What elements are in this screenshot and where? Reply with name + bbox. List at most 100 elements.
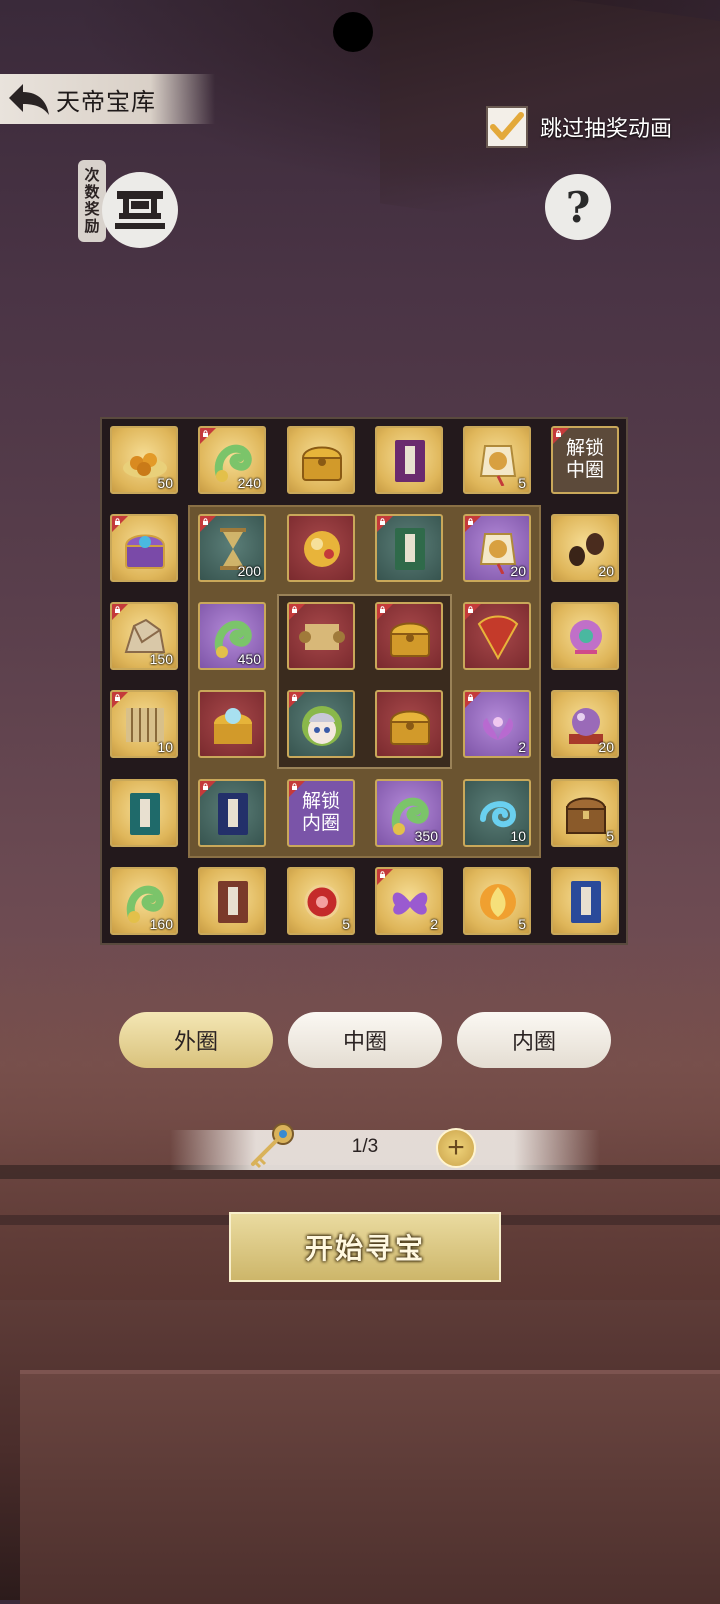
lock-badge-icon — [112, 516, 128, 532]
board-cell-r0c1[interactable]: 240 — [198, 426, 266, 494]
board-cell-r0c4[interactable]: 5 — [463, 426, 531, 494]
back-arrow-icon[interactable] — [0, 74, 56, 124]
board-cell-r5c1[interactable] — [198, 867, 266, 935]
skip-animation-label: 跳过抽奖动画 — [540, 116, 673, 141]
item-quantity: 20 — [598, 563, 614, 579]
board-cell-r4c1[interactable] — [198, 779, 266, 847]
ring-tabs: 外圈 中圈 内圈 — [119, 1012, 614, 1068]
background-table — [20, 1370, 720, 1604]
lock-badge-icon — [289, 781, 305, 797]
lock-badge-icon — [200, 781, 216, 797]
board-cell-r5c3[interactable]: 2 — [375, 867, 443, 935]
item-quantity: 450 — [237, 651, 261, 667]
page-title: 天帝宝库 — [56, 88, 156, 116]
help-button[interactable]: ? — [545, 174, 611, 240]
count-reward-label: 次 数 奖 励 — [78, 160, 106, 242]
wood-chest-icon — [565, 797, 607, 834]
board-cell-r5c4[interactable]: 5 — [463, 867, 531, 935]
board-cell-r1c0[interactable] — [110, 514, 178, 582]
board-cell-r4c2[interactable]: 解锁 内圈 — [287, 779, 355, 847]
board-cell-r3c2[interactable] — [287, 690, 355, 758]
item-quantity: 50 — [157, 475, 173, 491]
item-quantity: 5 — [606, 828, 614, 844]
item-quantity: 20 — [510, 563, 526, 579]
item-quantity: 200 — [237, 563, 261, 579]
lock-badge-icon — [465, 516, 481, 532]
book-purple-icon — [395, 440, 425, 482]
lock-badge-icon — [465, 604, 481, 620]
board-cell-r4c5[interactable]: 5 — [551, 779, 619, 847]
fire-icon — [480, 884, 516, 920]
board-cell-r2c3[interactable] — [375, 602, 443, 670]
book-teal-icon — [130, 793, 160, 835]
board-cell-r2c4[interactable] — [463, 602, 531, 670]
board-cell-r1c3[interactable] — [375, 514, 443, 582]
book-brown-icon — [218, 881, 248, 923]
item-quantity: 10 — [157, 739, 173, 755]
lock-badge-icon — [200, 516, 216, 532]
board-cell-r0c3[interactable] — [375, 426, 443, 494]
chest-icon — [301, 446, 343, 481]
item-quantity: 160 — [149, 916, 173, 932]
camera-cutout — [333, 12, 373, 52]
board-cell-r5c2[interactable]: 5 — [287, 867, 355, 935]
token-icon — [479, 445, 517, 486]
board-cell-r5c0[interactable]: 160 — [110, 867, 178, 935]
item-quantity: 5 — [342, 916, 350, 932]
question-icon: ? — [565, 182, 591, 232]
board-cell-r0c5[interactable]: 解锁 中圈 — [551, 426, 619, 494]
board-cell-r2c2[interactable] — [287, 602, 355, 670]
board-cell-r4c4[interactable]: 10 — [463, 779, 531, 847]
board-cell-r1c1[interactable]: 200 — [198, 514, 266, 582]
board-cell-r0c2[interactable] — [287, 426, 355, 494]
skip-animation-toggle[interactable]: 跳过抽奖动画 — [486, 104, 672, 150]
tab-middle-ring[interactable]: 中圈 — [288, 1012, 442, 1068]
altar-icon — [102, 172, 178, 248]
item-quantity: 240 — [237, 475, 261, 491]
board-cell-r3c0[interactable]: 10 — [110, 690, 178, 758]
lock-badge-icon — [289, 604, 305, 620]
board-cell-r3c5[interactable]: 20 — [551, 690, 619, 758]
board-cell-r1c5[interactable]: 20 — [551, 514, 619, 582]
book-blue-icon — [571, 881, 601, 923]
lock-badge-icon — [377, 604, 393, 620]
lock-badge-icon — [377, 869, 393, 885]
treasure-chest-icon — [214, 708, 252, 744]
tab-inner-ring[interactable]: 内圈 — [457, 1012, 611, 1068]
unlock-ring-label: 解锁 中圈 — [565, 438, 604, 481]
start-treasure-hunt-button[interactable]: 开始寻宝 — [229, 1212, 501, 1282]
lock-badge-icon — [112, 604, 128, 620]
lock-badge-icon — [112, 692, 128, 708]
lock-badge-icon — [465, 692, 481, 708]
item-quantity: 2 — [430, 916, 438, 932]
board-cell-r1c4[interactable]: 20 — [463, 514, 531, 582]
key-count: 1/3 — [351, 1136, 379, 1157]
checkmark-icon — [490, 112, 524, 140]
board-cell-r2c1[interactable]: 450 — [198, 602, 266, 670]
add-keys-button[interactable]: + — [436, 1128, 476, 1168]
lock-badge-icon — [289, 692, 305, 708]
title-bar: 天帝宝库 — [0, 74, 215, 124]
key-icon — [245, 1120, 297, 1172]
chest-icon — [389, 710, 431, 745]
treasure-icon — [304, 531, 340, 567]
item-quantity: 10 — [510, 828, 526, 844]
board-cell-r1c2[interactable] — [287, 514, 355, 582]
item-quantity: 5 — [518, 916, 526, 932]
board-cell-r3c3[interactable] — [375, 690, 443, 758]
count-reward-button[interactable]: 次 数 奖 励 — [78, 160, 178, 252]
lock-badge-icon — [377, 516, 393, 532]
lock-badge-icon — [553, 428, 569, 444]
board-cell-r4c0[interactable] — [110, 779, 178, 847]
tab-outer-ring[interactable]: 外圈 — [119, 1012, 273, 1068]
board-cell-r4c3[interactable]: 350 — [375, 779, 443, 847]
board-cell-r0c0[interactable]: 50 — [110, 426, 178, 494]
board-cell-r2c5[interactable] — [551, 602, 619, 670]
flower-icon — [570, 620, 602, 654]
board-cell-r5c5[interactable] — [551, 867, 619, 935]
skip-checkbox[interactable] — [486, 106, 528, 148]
board-cell-r3c4[interactable]: 2 — [463, 690, 531, 758]
item-quantity: 350 — [414, 828, 438, 844]
board-cell-r3c1[interactable] — [198, 690, 266, 758]
board-cell-r2c0[interactable]: 150 — [110, 602, 178, 670]
